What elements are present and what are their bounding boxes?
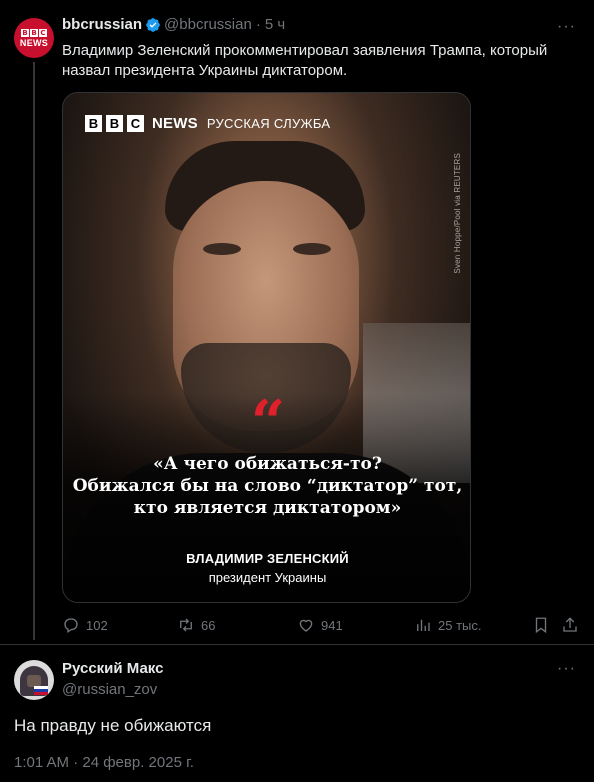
russian-flag-icon	[34, 686, 48, 695]
bbc-block: B	[21, 28, 29, 37]
bbc-block: C	[39, 28, 47, 37]
quote-line: «А чего обижаться-то?	[153, 454, 382, 474]
repost-button[interactable]: 66	[177, 616, 215, 634]
tweet-media-image[interactable]: B B C NEWS РУССКАЯ СЛУЖБА Sven Hoppe/Poo…	[62, 92, 471, 603]
reply-avatar[interactable]	[14, 660, 54, 700]
tweet-time[interactable]: 5 ч	[265, 16, 285, 33]
reply-icon	[64, 618, 78, 634]
speaker-role: президент Украины	[208, 570, 327, 585]
reply-author-handle[interactable]: @russian_zov	[62, 681, 157, 698]
speaker-name: ВЛАДИМИР ЗЕЛЕНСКИЙ	[186, 551, 349, 566]
quote-line: кто является диктатором»	[133, 498, 402, 518]
tweet-header: bbcrussian @bbcrussian · 5 ч	[62, 16, 285, 33]
reply-count: 102	[86, 617, 108, 633]
tweet-text: Владимир Зеленский прокомментировал заяв…	[62, 42, 548, 79]
share-icon	[563, 617, 577, 632]
views-button[interactable]: 25 тыс.	[414, 616, 481, 634]
repost-count: 66	[201, 617, 216, 633]
bookmark-icon	[535, 617, 547, 634]
repost-icon	[180, 618, 192, 632]
thread-line	[33, 62, 35, 640]
bbc-block: B	[106, 115, 123, 132]
share-button[interactable]	[561, 616, 579, 634]
more-options-icon[interactable]: ···	[557, 18, 576, 36]
bbc-block: C	[127, 115, 144, 132]
separator-dot: ·	[255, 16, 261, 33]
news-word: NEWS	[19, 37, 49, 48]
reply-text: На правду не обижаются	[14, 716, 212, 735]
avatar[interactable]: B B C NEWS	[14, 18, 54, 58]
photo-credit: Sven Hoppe/Pool via REUTERS	[453, 153, 462, 274]
more-options-icon[interactable]: ···	[557, 660, 576, 678]
quote-text: «А чего обижаться-то? Обижался бы на сло…	[63, 453, 470, 519]
author-handle[interactable]: @bbcrussian	[164, 16, 252, 33]
bbc-logo: B B C	[21, 28, 47, 37]
views-icon	[417, 619, 430, 631]
quote-line: Обижался бы на слово “диктатор” тот,	[72, 476, 463, 496]
reply-button[interactable]: 102	[62, 616, 108, 634]
reply-timestamp[interactable]: 1:01 AM · 24 февр. 2025 г.	[14, 754, 194, 771]
views-count: 25 тыс.	[438, 617, 482, 633]
bbc-news-russian-logo: B B C NEWS РУССКАЯ СЛУЖБА	[85, 115, 330, 132]
bbc-block: B	[85, 115, 102, 132]
tweet-actions: 102 66 941 25 тыс.	[62, 616, 582, 636]
author-name[interactable]: bbcrussian	[62, 16, 142, 33]
like-count: 941	[321, 617, 343, 633]
bookmark-button[interactable]	[532, 616, 550, 634]
service-label: РУССКАЯ СЛУЖБА	[206, 116, 331, 131]
like-button[interactable]: 941	[297, 616, 343, 634]
portrait-eye	[293, 243, 331, 255]
bbc-block: B	[30, 28, 38, 37]
news-label: NEWS	[152, 115, 198, 132]
portrait-eye	[203, 243, 241, 255]
heart-icon	[299, 619, 313, 632]
quote-mark-icon: “	[250, 388, 286, 458]
reply-author-name[interactable]: Русский Макс	[62, 660, 163, 677]
divider	[0, 644, 594, 645]
verified-badge-icon	[146, 17, 160, 32]
